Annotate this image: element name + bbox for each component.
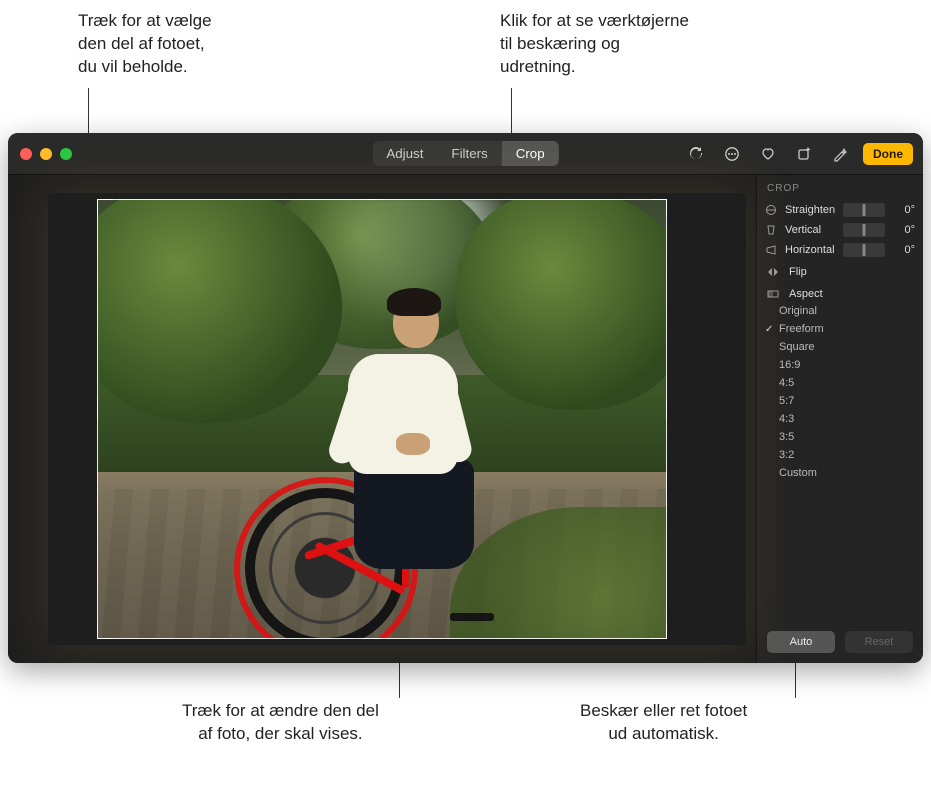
aspect-option-label: 5:7 xyxy=(779,395,794,407)
aspect-icon xyxy=(767,288,781,300)
horizontal-row[interactable]: Horizontal 0° xyxy=(757,240,923,260)
check-icon: ✓ xyxy=(765,324,773,335)
crop-handle-right[interactable] xyxy=(649,409,667,429)
crop-handle-bottom[interactable] xyxy=(372,621,392,639)
straighten-icon xyxy=(765,204,779,216)
done-button[interactable]: Done xyxy=(863,143,913,165)
crop-frame[interactable] xyxy=(97,199,667,639)
aspect-label: Aspect xyxy=(789,288,823,300)
horizontal-value: 0° xyxy=(891,244,915,256)
crop-handle-top-right[interactable] xyxy=(649,199,667,217)
tab-adjust[interactable]: Adjust xyxy=(372,141,437,166)
crop-handle-bottom-right[interactable] xyxy=(649,621,667,639)
vertical-value: 0° xyxy=(891,224,915,236)
minimize-window-button[interactable] xyxy=(40,148,52,160)
flip-label: Flip xyxy=(789,266,807,278)
aspect-option-label: 4:3 xyxy=(779,413,794,425)
aspect-option-label: 3:2 xyxy=(779,449,794,461)
callout-crop-tab: Klik for at se værktøjerne til beskæring… xyxy=(500,10,689,79)
tab-filters[interactable]: Filters xyxy=(437,141,501,166)
aspect-option-label: 3:5 xyxy=(779,431,794,443)
canvas-area xyxy=(8,175,756,663)
aspect-option-label: 4:5 xyxy=(779,377,794,389)
aspect-option-freeform[interactable]: ✓ Freeform xyxy=(757,320,923,338)
aspect-option-square[interactable]: ✓Square xyxy=(757,338,923,356)
titlebar: Adjust Filters Crop Done xyxy=(8,133,923,175)
horizontal-label: Horizontal xyxy=(785,244,837,256)
aspect-option-3-2[interactable]: ✓3:2 xyxy=(757,446,923,464)
vertical-label: Vertical xyxy=(785,224,837,236)
aspect-option-label: Custom xyxy=(779,467,817,479)
aspect-option-4-3[interactable]: ✓4:3 xyxy=(757,410,923,428)
horizontal-slider[interactable] xyxy=(843,243,885,257)
aspect-option-custom[interactable]: ✓Custom xyxy=(757,464,923,482)
toolbar-right: Done xyxy=(683,143,913,165)
aspect-list: ✓Original ✓ Freeform ✓Square✓16:9✓4:5✓5:7✓4… xyxy=(757,302,923,488)
aspect-option-4-5[interactable]: ✓4:5 xyxy=(757,374,923,392)
crop-handle-bottom-left[interactable] xyxy=(97,621,115,639)
tab-crop[interactable]: Crop xyxy=(502,141,559,166)
fullscreen-window-button[interactable] xyxy=(60,148,72,160)
aspect-option-label: Original xyxy=(779,305,817,317)
straighten-slider[interactable] xyxy=(843,203,885,217)
aspect-option-label: Square xyxy=(779,341,814,353)
vertical-perspective-icon xyxy=(765,224,779,236)
horizontal-perspective-icon xyxy=(765,244,779,256)
more-icon[interactable] xyxy=(719,143,745,165)
crop-handle-top[interactable] xyxy=(372,199,392,217)
straighten-row[interactable]: Straighten 0° xyxy=(757,200,923,220)
vertical-slider[interactable] xyxy=(843,223,885,237)
aspect-option-5-7[interactable]: ✓5:7 xyxy=(757,392,923,410)
photo-preview[interactable] xyxy=(97,199,667,639)
edit-mode-tabs: Adjust Filters Crop xyxy=(372,141,558,166)
aspect-option-label: 16:9 xyxy=(779,359,800,371)
rotate-icon[interactable] xyxy=(683,143,709,165)
flip-row[interactable]: Flip xyxy=(757,260,923,282)
photos-edit-window: Adjust Filters Crop Done xyxy=(8,133,923,663)
reset-button[interactable]: Reset xyxy=(845,631,913,653)
window-controls xyxy=(20,148,72,160)
vertical-row[interactable]: Vertical 0° xyxy=(757,220,923,240)
callout-auto-button: Beskær eller ret fotoet ud automatisk. xyxy=(580,700,747,746)
aspect-option-3-5[interactable]: ✓3:5 xyxy=(757,428,923,446)
flip-icon xyxy=(767,266,781,278)
callout-drag-photo: Træk for at ændre den del af foto, der s… xyxy=(182,700,379,746)
crop-handle-top-left[interactable] xyxy=(97,199,115,217)
aspect-row[interactable]: Aspect xyxy=(757,282,923,302)
aspect-option-label: Freeform xyxy=(779,323,824,335)
app-body: CROP Straighten 0° Vertical 0° xyxy=(8,175,923,663)
straighten-value: 0° xyxy=(891,204,915,216)
panel-footer: Auto Reset xyxy=(757,621,923,663)
aspect-option-16-9[interactable]: ✓16:9 xyxy=(757,356,923,374)
favorite-icon[interactable] xyxy=(755,143,781,165)
crop-handle-left[interactable] xyxy=(97,409,115,429)
auto-button[interactable]: Auto xyxy=(767,631,835,653)
add-to-icon[interactable] xyxy=(791,143,817,165)
straighten-label: Straighten xyxy=(785,204,837,216)
crop-panel: CROP Straighten 0° Vertical 0° xyxy=(756,175,923,663)
aspect-option-original[interactable]: ✓Original xyxy=(757,302,923,320)
enhance-icon[interactable] xyxy=(827,143,853,165)
close-window-button[interactable] xyxy=(20,148,32,160)
panel-title: CROP xyxy=(757,175,923,200)
callout-crop-handles: Træk for at vælge den del af fotoet, du … xyxy=(78,10,212,79)
